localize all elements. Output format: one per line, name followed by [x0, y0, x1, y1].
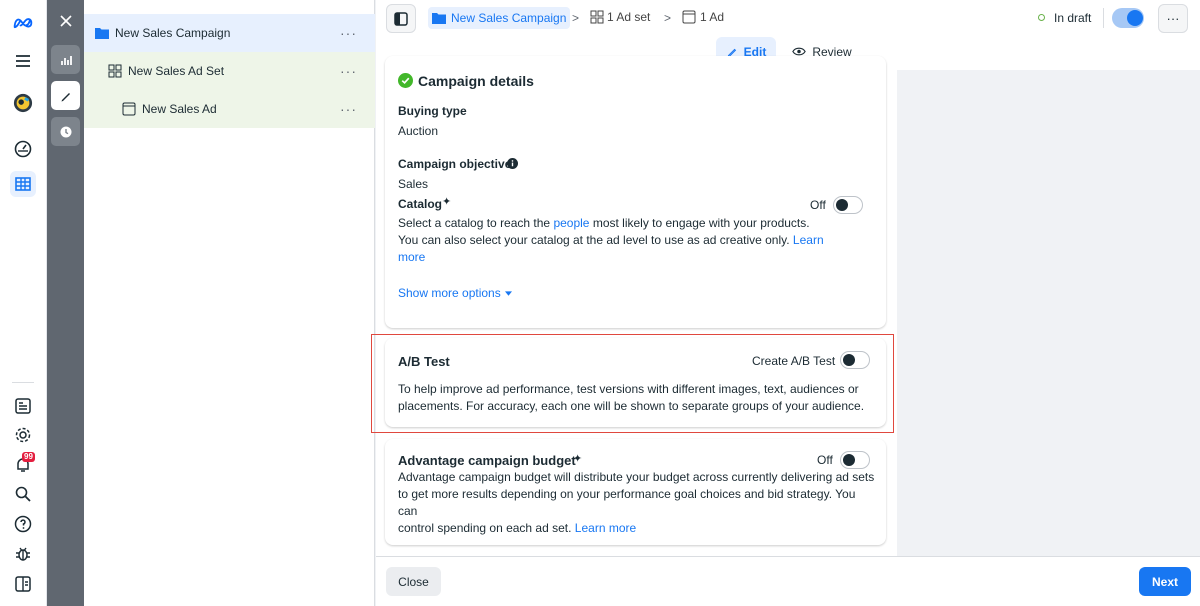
notification-count-badge: 99: [22, 452, 35, 462]
tree-item-adset[interactable]: New Sales Ad Set ···: [84, 52, 375, 90]
create-ab-test-toggle[interactable]: [840, 351, 870, 369]
breadcrumb-campaign-label: New Sales Campaign: [451, 11, 567, 25]
breadcrumb-adset-label: 1 Ad set: [607, 10, 651, 24]
toggle-knob: [843, 354, 855, 366]
campaign-more-icon[interactable]: ···: [340, 25, 357, 41]
ad-window-icon: [122, 102, 136, 116]
toggle-sidebar-button[interactable]: [386, 4, 416, 33]
advantage-budget-title: Advantage campaign budget: [398, 453, 576, 468]
sparkle-icon: ✦: [442, 196, 452, 208]
header-divider: [1103, 8, 1104, 28]
toggle-knob: [836, 199, 848, 211]
breadcrumb-adset[interactable]: 1 Ad set: [590, 10, 650, 24]
ab-test-description: To help improve ad performance, test ver…: [398, 381, 878, 415]
breadcrumb-ad-label: 1 Ad: [700, 10, 725, 24]
header-more-button[interactable]: ···: [1158, 4, 1188, 33]
editor-right-gutter: [897, 70, 1200, 556]
news-icon[interactable]: [10, 393, 36, 419]
breadcrumb-separator: >: [664, 11, 672, 25]
advantage-budget-toggle-state: Off: [817, 453, 833, 467]
history-clock-icon[interactable]: [51, 117, 80, 146]
tree-item-ad-label: New Sales Ad: [142, 102, 217, 116]
budget-text: Advantage campaign budget will distribut…: [398, 470, 875, 484]
catalog-text: You can also select your catalog at the …: [398, 233, 793, 247]
global-nav-rail: 99: [0, 0, 47, 606]
adset-more-icon[interactable]: ···: [340, 63, 357, 79]
tree-item-campaign-label: New Sales Campaign: [115, 26, 231, 40]
catalog-label: Catalog: [398, 197, 443, 211]
performance-dashboard-icon[interactable]: [10, 136, 36, 162]
campaign-tree-panel: New Sales Campaign ··· New Sales Ad Set …: [84, 0, 375, 606]
rail-divider: [12, 382, 34, 383]
ab-test-text: To help improve ad performance, test ver…: [398, 382, 859, 396]
catalog-text: most likely to engage with your products…: [589, 216, 810, 230]
ads-manager-table-icon[interactable]: [10, 171, 36, 197]
folder-icon: [432, 13, 446, 24]
toggle-knob: [843, 454, 855, 466]
tree-item-adset-label: New Sales Ad Set: [128, 64, 225, 78]
people-link[interactable]: people: [553, 216, 589, 230]
draft-status-dot: [1038, 14, 1045, 21]
advantage-budget-toggle[interactable]: [840, 451, 870, 469]
campaign-details-title: Campaign details: [418, 73, 534, 89]
avatar[interactable]: [10, 90, 36, 116]
close-button[interactable]: Close: [386, 567, 441, 596]
sparkle-icon: ✦: [573, 453, 583, 465]
toggle-knob: [1127, 10, 1143, 26]
create-ab-test-label: Create A/B Test: [752, 354, 836, 368]
breadcrumb-separator: >: [572, 11, 580, 25]
adset-grid-icon: [108, 64, 122, 78]
ad-window-icon: [682, 10, 696, 24]
ad-more-icon[interactable]: ···: [340, 101, 357, 117]
bug-report-icon[interactable]: [10, 541, 36, 567]
ab-test-title: A/B Test: [398, 354, 450, 369]
ab-test-card: A/B Test Create A/B Test To help improve…: [385, 338, 886, 427]
campaign-details-card: Campaign details Buying type Auction Cam…: [385, 56, 886, 328]
breadcrumb-ad[interactable]: 1 Ad: [682, 10, 724, 24]
settings-gear-icon[interactable]: [10, 422, 36, 448]
sidebar-toggle-icon: [394, 11, 408, 26]
campaign-on-off-toggle[interactable]: [1112, 8, 1144, 28]
catalog-learn-more-link[interactable]: Learn: [793, 233, 824, 247]
chevron-down-icon: [504, 290, 512, 296]
close-panel-icon[interactable]: [51, 6, 80, 35]
catalog-text: Select a catalog to reach the: [398, 216, 554, 230]
tree-item-campaign[interactable]: New Sales Campaign ···: [84, 14, 375, 52]
charts-icon[interactable]: [51, 45, 80, 74]
catalog-toggle-state: Off: [810, 198, 826, 212]
buying-type-label: Buying type: [398, 104, 467, 118]
ab-test-text: placements. For accuracy, each one will …: [398, 399, 865, 413]
editor-tool-column: [47, 0, 84, 606]
search-icon[interactable]: [10, 481, 36, 507]
folder-icon: [95, 28, 109, 39]
adset-grid-icon: [590, 10, 604, 24]
advantage-budget-card: Advantage campaign budget ✦ Off Advantag…: [385, 439, 886, 545]
buying-type-value: Auction: [398, 124, 439, 138]
menu-icon[interactable]: [10, 48, 36, 74]
info-icon[interactable]: [507, 158, 518, 169]
catalog-learn-more-link[interactable]: more: [398, 250, 425, 264]
campaign-objective-label: Campaign objective: [398, 157, 512, 171]
campaign-objective-value: Sales: [398, 177, 429, 191]
advantage-budget-description: Advantage campaign budget will distribut…: [398, 469, 878, 537]
next-button[interactable]: Next: [1139, 567, 1191, 596]
meta-logo-icon[interactable]: [10, 10, 36, 36]
tree-item-ad[interactable]: New Sales Ad ···: [84, 90, 375, 128]
budget-text: control spending on each ad set.: [398, 521, 575, 535]
catalog-toggle[interactable]: [833, 196, 863, 214]
help-icon[interactable]: [10, 511, 36, 537]
catalog-description: Select a catalog to reach the people mos…: [398, 215, 838, 266]
check-circle-icon: [398, 73, 413, 88]
budget-text: to get more results depending on your pe…: [398, 487, 856, 518]
budget-learn-more-link[interactable]: Learn more: [575, 521, 636, 535]
show-more-options-label: Show more options: [398, 286, 501, 300]
breadcrumb-campaign[interactable]: New Sales Campaign: [428, 7, 571, 29]
editor-footer: Close Next: [376, 556, 1200, 606]
show-more-options-link[interactable]: Show more options: [398, 286, 512, 300]
edit-pencil-icon[interactable]: [51, 81, 80, 110]
side-panel-icon[interactable]: [10, 571, 36, 597]
draft-status-label: In draft: [1054, 11, 1092, 25]
